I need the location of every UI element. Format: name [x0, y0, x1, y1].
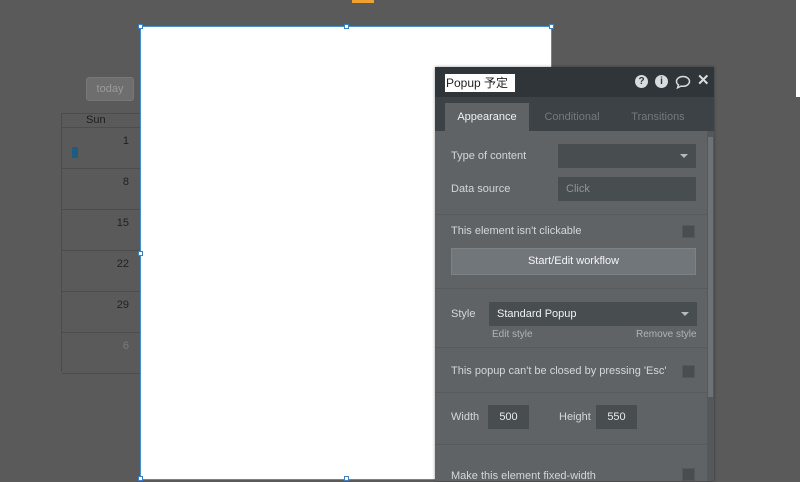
data-source-input[interactable]: Click	[558, 177, 696, 201]
type-of-content-label: Type of content	[451, 150, 527, 162]
width-input[interactable]: 500	[488, 405, 529, 429]
resize-handle-bottom[interactable]	[344, 476, 349, 481]
calendar-row[interactable]: 22	[62, 251, 142, 292]
calendar-row[interactable]: 6	[62, 333, 142, 374]
esc-close-checkbox[interactable]	[682, 365, 695, 378]
calendar-event-marker[interactable]	[72, 147, 78, 158]
esc-close-label: This popup can't be closed by pressing '…	[451, 365, 667, 377]
panel-tabs: Appearance Conditional Transitions	[435, 97, 714, 131]
not-clickable-label: This element isn't clickable	[451, 225, 582, 237]
section-divider	[435, 444, 707, 445]
height-input[interactable]: 550	[596, 405, 637, 429]
comment-icon[interactable]	[675, 75, 691, 92]
chevron-down-icon	[680, 154, 688, 158]
property-editor-panel: Popup 予定 ? i ✕ Appearance Conditional Tr…	[435, 67, 714, 482]
panel-scrollbar-thumb[interactable]	[708, 137, 713, 397]
not-clickable-checkbox[interactable]	[682, 225, 695, 238]
calendar-date: 29	[116, 299, 129, 311]
fixed-width-label: Make this element fixed-width	[451, 470, 596, 482]
edit-style-link[interactable]: Edit style	[492, 329, 533, 340]
calendar-date: 15	[116, 217, 129, 229]
calendar-row[interactable]: 15	[62, 210, 142, 251]
style-value: Standard Popup	[497, 308, 577, 320]
today-button[interactable]: today	[86, 77, 134, 101]
resize-handle-top[interactable]	[344, 24, 349, 29]
panel-header[interactable]: Popup 予定 ? i ✕	[435, 67, 714, 97]
calendar-date: 6	[122, 340, 129, 352]
resize-handle-bottom-left[interactable]	[138, 476, 143, 481]
calendar-date: 22	[116, 258, 129, 270]
resize-handle-top-right[interactable]	[549, 24, 554, 29]
right-edge-strip	[796, 0, 800, 97]
info-icon[interactable]: i	[655, 75, 668, 88]
section-divider	[435, 214, 707, 215]
data-source-label: Data source	[451, 183, 511, 195]
help-icon[interactable]: ?	[635, 75, 648, 88]
calendar-date: 1	[122, 135, 129, 147]
start-edit-workflow-button[interactable]: Start/Edit workflow	[451, 248, 696, 275]
remove-style-link[interactable]: Remove style	[636, 329, 697, 340]
element-name-input[interactable]: Popup 予定	[445, 74, 515, 92]
type-of-content-select[interactable]	[558, 144, 696, 168]
fixed-width-checkbox[interactable]	[682, 468, 695, 481]
calendar-row[interactable]: 29	[62, 292, 142, 333]
tab-appearance[interactable]: Appearance	[445, 103, 529, 131]
tab-conditional[interactable]: Conditional	[531, 103, 613, 131]
calendar-row[interactable]: 8	[62, 169, 142, 210]
section-divider	[435, 347, 707, 348]
chevron-down-icon	[681, 312, 689, 316]
width-label: Width	[451, 411, 480, 423]
section-divider	[435, 392, 707, 393]
style-label: Style	[451, 308, 476, 320]
top-accent-bar	[352, 0, 374, 3]
close-icon[interactable]: ✕	[697, 73, 710, 89]
resize-handle-left[interactable]	[138, 251, 143, 256]
tab-transitions[interactable]: Transitions	[615, 103, 701, 131]
calendar-day-header: Sun	[62, 114, 142, 128]
calendar-date: 8	[122, 176, 129, 188]
height-label: Height	[559, 411, 591, 423]
section-divider	[435, 288, 707, 289]
element-name-text: Popup 予定	[446, 76, 509, 90]
style-select[interactable]: Standard Popup	[489, 302, 697, 326]
resize-handle-top-left[interactable]	[138, 24, 143, 29]
